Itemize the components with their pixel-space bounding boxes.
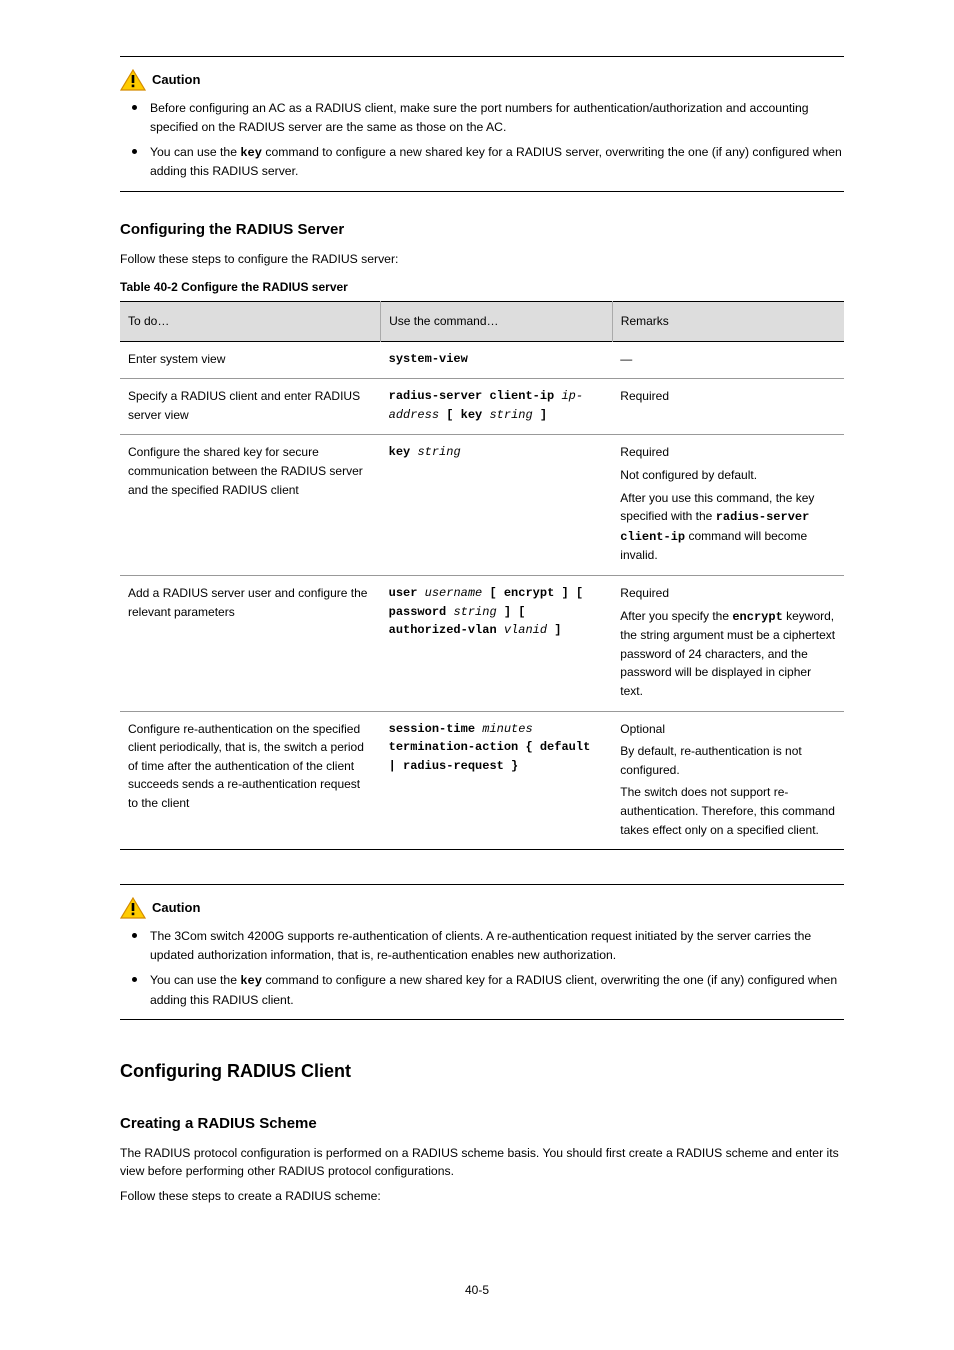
table-header-remarks: Remarks xyxy=(612,302,844,342)
cell-remarks: OptionalBy default, re-authentication is… xyxy=(612,711,844,850)
horizontal-rule xyxy=(120,884,844,885)
caution-block-2: Caution xyxy=(120,897,844,919)
table-header-cmd: Use the command… xyxy=(381,302,613,342)
list-item: You can use the key command to configure… xyxy=(132,143,844,182)
caution-icon xyxy=(120,69,146,91)
cell-todo: Add a RADIUS server user and configure t… xyxy=(120,576,381,712)
list-item: The 3Com switch 4200G supports re-authen… xyxy=(132,927,844,965)
cell-todo: Specify a RADIUS client and enter RADIUS… xyxy=(120,379,381,435)
cell-remarks: Required xyxy=(612,379,844,435)
cell-command: session-time minutes termination-action … xyxy=(381,711,613,850)
caution-label: Caution xyxy=(152,898,200,918)
table-header-todo: To do… xyxy=(120,302,381,342)
caution-label: Caution xyxy=(152,70,200,90)
table-row: Enter system viewsystem-view— xyxy=(120,341,844,379)
horizontal-rule xyxy=(120,1019,844,1020)
page-number: 40-5 xyxy=(0,1281,954,1300)
table-caption: Table 40-2 Configure the RADIUS server xyxy=(120,278,844,297)
cell-command: system-view xyxy=(381,341,613,379)
heading-radius-client: Configuring RADIUS Client xyxy=(120,1058,844,1086)
caution-icon xyxy=(120,897,146,919)
table-body: Enter system viewsystem-view—Specify a R… xyxy=(120,341,844,849)
section-title-radius-server: Configuring the RADIUS Server xyxy=(120,218,844,241)
list-item: Before configuring an AC as a RADIUS cli… xyxy=(132,99,844,137)
cell-command: radius-server client-ip ip-address [ key… xyxy=(381,379,613,435)
list-item: You can use the key command to configure… xyxy=(132,971,844,1010)
paragraph: Follow these steps to create a RADIUS sc… xyxy=(120,1187,844,1206)
cell-remarks: RequiredAfter you specify the encrypt ke… xyxy=(612,576,844,712)
cell-todo: Enter system view xyxy=(120,341,381,379)
table-row: Specify a RADIUS client and enter RADIUS… xyxy=(120,379,844,435)
cell-remarks: RequiredNot configured by default.After … xyxy=(612,435,844,576)
horizontal-rule xyxy=(120,191,844,192)
cell-todo: Configure the shared key for secure comm… xyxy=(120,435,381,576)
table-row: Configure the shared key for secure comm… xyxy=(120,435,844,576)
cell-todo: Configure re-authentication on the speci… xyxy=(120,711,381,850)
cell-command: key string xyxy=(381,435,613,576)
table-row: Add a RADIUS server user and configure t… xyxy=(120,576,844,712)
caution-list-1: Before configuring an AC as a RADIUS cli… xyxy=(120,99,844,181)
section-title-creating-scheme: Creating a RADIUS Scheme xyxy=(120,1112,844,1135)
caution-block-1: Caution xyxy=(120,69,844,91)
config-table: To do… Use the command… Remarks Enter sy… xyxy=(120,301,844,850)
paragraph: The RADIUS protocol configuration is per… xyxy=(120,1144,844,1182)
intro-text: Follow these steps to configure the RADI… xyxy=(120,250,844,269)
top-horizontal-rule xyxy=(120,56,844,57)
caution-list-2: The 3Com switch 4200G supports re-authen… xyxy=(120,927,844,1009)
cell-remarks: — xyxy=(612,341,844,379)
cell-command: user username [ encrypt ] [ password str… xyxy=(381,576,613,712)
table-row: Configure re-authentication on the speci… xyxy=(120,711,844,850)
